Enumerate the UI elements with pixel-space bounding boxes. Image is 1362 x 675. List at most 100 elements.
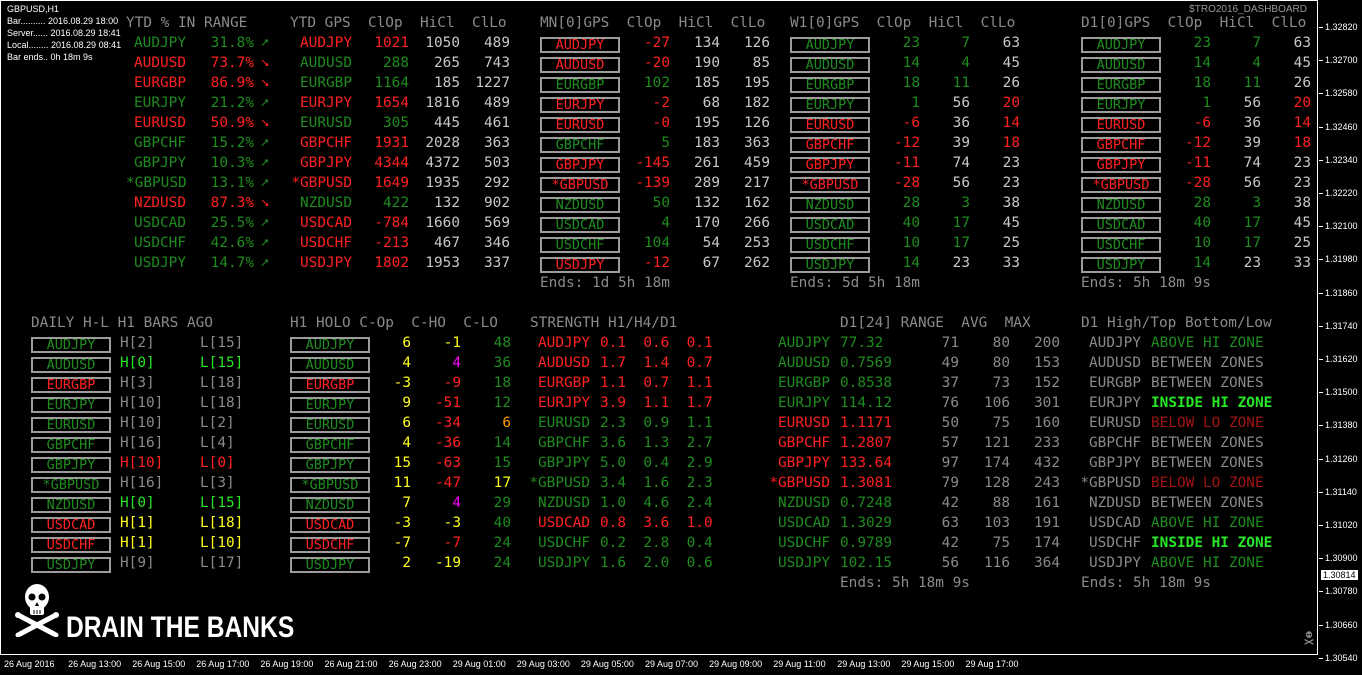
ytd-gps-hicl: 445 <box>434 115 460 131</box>
h1holo-symbol-button[interactable]: GBPJPY <box>290 457 370 473</box>
w1-symbol-button[interactable]: USDJPY <box>790 257 870 273</box>
daily-hl-symbol-button[interactable]: AUDUSD <box>31 357 111 373</box>
header-ytd-gps: YTD GPS ClOp HiCl ClLo <box>290 15 507 31</box>
daily-hl-symbol-button[interactable]: NZDUSD <box>31 497 111 513</box>
price-label: 1.30900 <box>1325 553 1358 564</box>
h1holo-symbol-button[interactable]: NZDUSD <box>290 497 370 513</box>
w1-symbol-button[interactable]: GBPCHF <box>790 137 870 153</box>
w1-symbol-button[interactable]: EURJPY <box>790 97 870 113</box>
daily-hl-symbol-button[interactable]: EURJPY <box>31 397 111 413</box>
mn-symbol-button[interactable]: *GBPUSD <box>540 177 620 193</box>
mn-symbol-button[interactable]: NZDUSD <box>540 197 620 213</box>
mn-symbol-button[interactable]: GBPCHF <box>540 137 620 153</box>
d1-symbol-button[interactable]: USDCHF <box>1081 237 1161 253</box>
h1holo-symbol-button[interactable]: *GBPUSD <box>290 477 370 493</box>
mn-hicl: 132 <box>694 195 720 211</box>
d1-symbol-button[interactable]: AUDUSD <box>1081 57 1161 73</box>
daily-hl-symbol-button[interactable]: USDCHF <box>31 537 111 553</box>
header-daily-hl: DAILY H-L H1 BARS AGO <box>31 315 213 331</box>
w1-symbol-button[interactable]: USDCAD <box>790 217 870 233</box>
mn-symbol-button[interactable]: AUDJPY <box>540 37 620 53</box>
mn-symbol-button[interactable]: EURJPY <box>540 97 620 113</box>
price-tick <box>1319 491 1323 493</box>
d1range-price: 0.9789 <box>840 535 892 551</box>
mn-symbol-button[interactable]: GBPJPY <box>540 157 620 173</box>
daily-hl-symbol-button[interactable]: GBPCHF <box>31 437 111 453</box>
h1holo-symbol-button[interactable]: USDCAD <box>290 517 370 533</box>
daily-hl-symbol-button[interactable]: EURUSD <box>31 417 111 433</box>
h1holo-symbol-button[interactable]: EURGBP <box>290 377 370 393</box>
d1-symbol-button[interactable]: EURUSD <box>1081 117 1161 133</box>
w1-symbol-button[interactable]: EURGBP <box>790 77 870 93</box>
daily-hl-symbol-button[interactable]: USDCAD <box>31 517 111 533</box>
daily-hl-low-bar: L[18] <box>200 395 244 411</box>
strength-values: 3.6 1.3 2.7 <box>600 435 713 451</box>
h1holo-symbol-button[interactable]: AUDJPY <box>290 337 370 353</box>
ytd-range-percent: 15.2% <box>210 135 254 151</box>
ytd-gps-clop: 1021 <box>374 35 409 51</box>
w1-symbol-button[interactable]: AUDUSD <box>790 57 870 73</box>
d1-symbol-button[interactable]: USDCAD <box>1081 217 1161 233</box>
h1holo-symbol-button[interactable]: AUDUSD <box>290 357 370 373</box>
w1-symbol-button[interactable]: GBPJPY <box>790 157 870 173</box>
h1holo-symbol-button[interactable]: EURUSD <box>290 417 370 433</box>
arrow-up-icon: ⭧ <box>261 216 269 230</box>
w1-symbol-button[interactable]: NZDUSD <box>790 197 870 213</box>
daily-hl-symbol-button[interactable]: GBPJPY <box>31 457 111 473</box>
arrow-up-icon: ⭧ <box>261 236 269 250</box>
mn-symbol-button[interactable]: USDCHF <box>540 237 620 253</box>
strength-values: 3.9 1.1 1.7 <box>600 395 713 411</box>
arrow-down-icon: ⭨ <box>261 56 269 70</box>
price-axis[interactable]: 1.32820 1.32700 1.32580 1.32460 1.32340 1.322… <box>1319 0 1362 663</box>
w1-symbol-button[interactable]: AUDJPY <box>790 37 870 53</box>
d1range-avg: 174 <box>984 455 1010 471</box>
ytd-range-percent: 31.8% <box>210 35 254 51</box>
d1-symbol-button[interactable]: AUDJPY <box>1081 37 1161 53</box>
d1-symbol-button[interactable]: USDJPY <box>1081 257 1161 273</box>
mn-cllo: 266 <box>744 215 770 231</box>
d1-symbol-button[interactable]: EURGBP <box>1081 77 1161 93</box>
price-label: 1.31140 <box>1325 486 1357 497</box>
arrow-up-icon: ⭧ <box>261 136 269 150</box>
d1range-range: 42 <box>941 495 959 511</box>
d1-symbol-button[interactable]: NZDUSD <box>1081 197 1161 213</box>
d1-symbol-button[interactable]: *GBPUSD <box>1081 177 1161 193</box>
daily-hl-high-bar: H[0] <box>120 355 155 371</box>
w1-symbol-button[interactable]: *GBPUSD <box>790 177 870 193</box>
daily-hl-high-bar: H[0] <box>120 495 155 511</box>
w1-symbol-button[interactable]: USDCHF <box>790 237 870 253</box>
h1holo-symbol-button[interactable]: USDCHF <box>290 537 370 553</box>
header-ytd-range: YTD % IN RANGE <box>126 15 248 31</box>
daily-hl-symbol-button[interactable]: USDJPY <box>31 557 111 573</box>
w1-clop: 14 <box>902 255 920 271</box>
mn-symbol-button[interactable]: EURGBP <box>540 77 620 93</box>
d1-symbol-button[interactable]: GBPCHF <box>1081 137 1161 153</box>
daily-hl-symbol-button[interactable]: *GBPUSD <box>31 477 111 493</box>
ytd-gps-clop: 422 <box>383 195 409 211</box>
daily-hl-symbol-button[interactable]: EURGBP <box>31 377 111 393</box>
mn-cllo: 217 <box>744 175 770 191</box>
d1zone-symbol: EURGBP <box>1089 375 1141 391</box>
d1-symbol-button[interactable]: EURJPY <box>1081 97 1161 113</box>
chart-area[interactable]: GBPUSD,H1 Bar.......... 2016.08.29 18:00… <box>0 0 1318 655</box>
price-label: 1.32460 <box>1325 121 1358 132</box>
time-label: 29 Aug 05:00 <box>580 659 634 669</box>
mn-symbol-button[interactable]: USDCAD <box>540 217 620 233</box>
h1holo-symbol-button[interactable]: USDJPY <box>290 557 370 573</box>
d1-cllo: 23 <box>1293 155 1311 171</box>
d1-hicl: 56 <box>1243 95 1261 111</box>
mn-cllo: 182 <box>744 95 770 111</box>
h1holo-symbol-button[interactable]: EURJPY <box>290 397 370 413</box>
time-axis[interactable]: 26 Aug 2016 26 Aug 13:00 26 Aug 15:00 26 Au… <box>0 656 1318 675</box>
time-label: 29 Aug 09:00 <box>709 659 763 669</box>
ytd-range-percent: 10.3% <box>210 155 254 171</box>
mn-symbol-button[interactable]: USDJPY <box>540 257 620 273</box>
d1-symbol-button[interactable]: GBPJPY <box>1081 157 1161 173</box>
mn-symbol-button[interactable]: EURUSD <box>540 117 620 133</box>
daily-hl-symbol-button[interactable]: AUDJPY <box>31 337 111 353</box>
w1-symbol-button[interactable]: EURUSD <box>790 117 870 133</box>
d1range-avg: 121 <box>984 435 1010 451</box>
d1-hicl: 56 <box>1243 175 1261 191</box>
mn-symbol-button[interactable]: AUDUSD <box>540 57 620 73</box>
h1holo-symbol-button[interactable]: GBPCHF <box>290 437 370 453</box>
